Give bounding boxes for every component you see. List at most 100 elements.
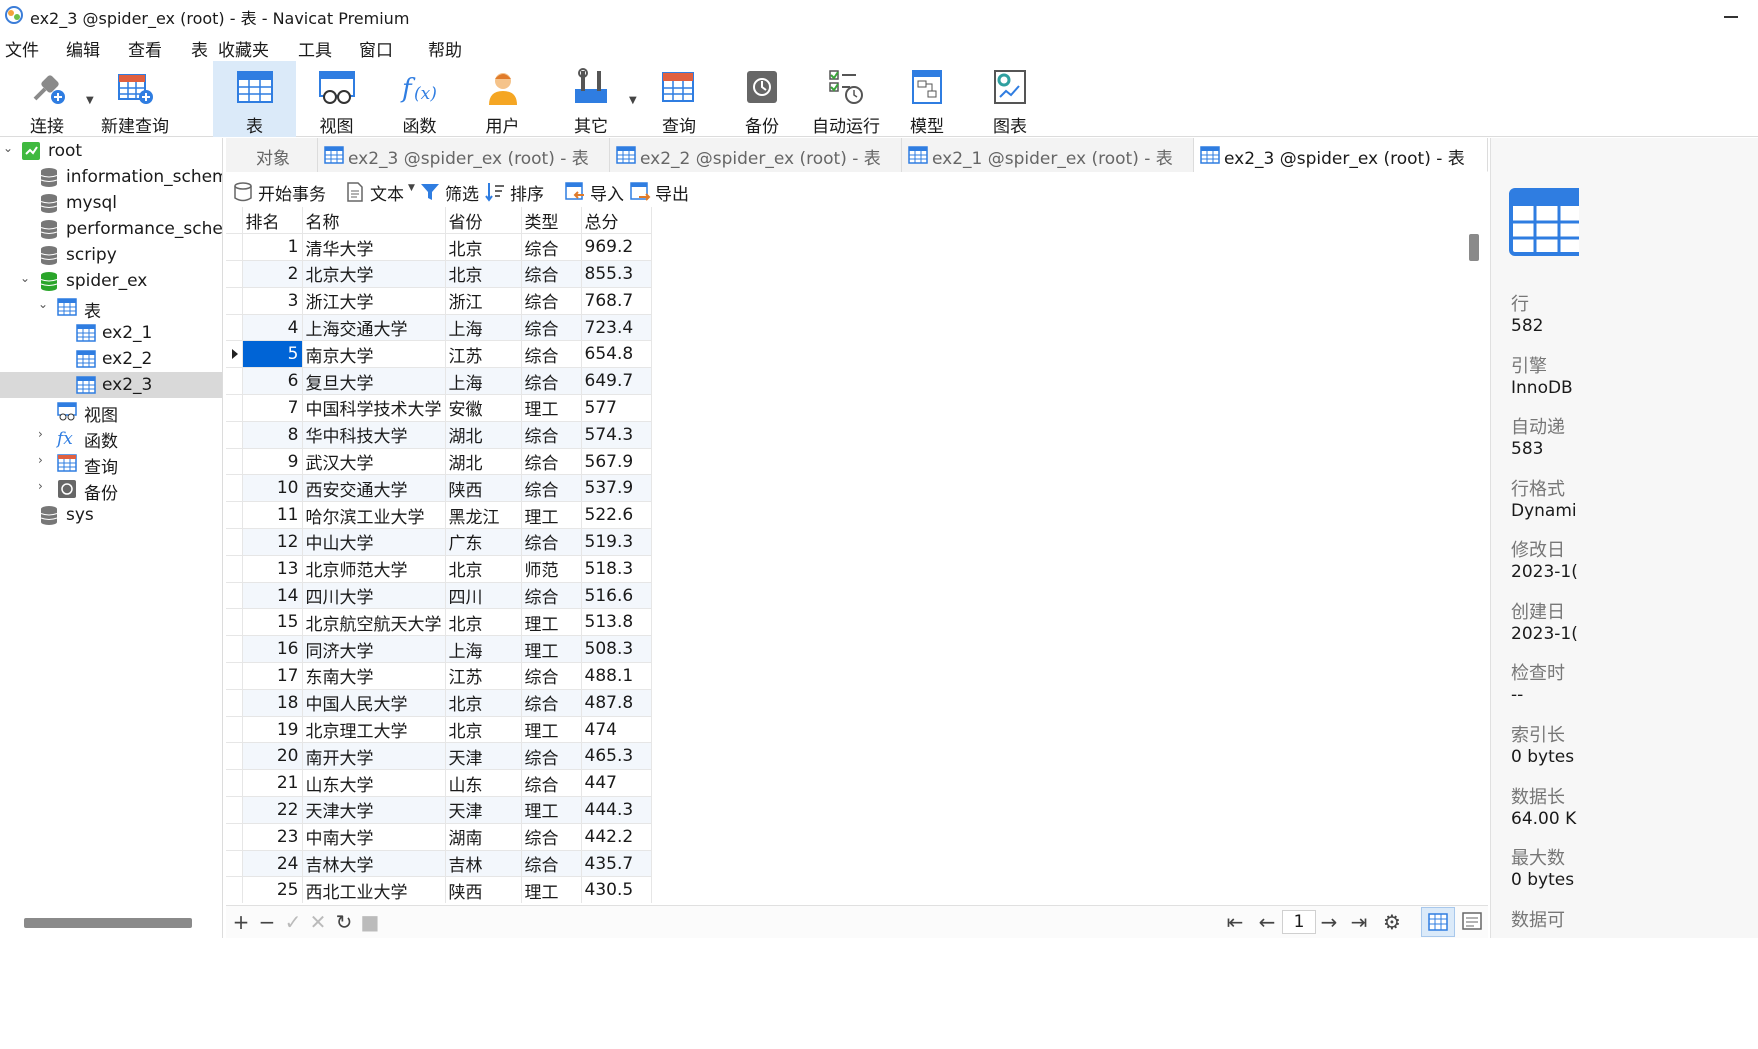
cell-province[interactable]: 四川 xyxy=(445,582,522,610)
chevron-right-icon[interactable]: › xyxy=(38,479,52,493)
grid-vertical-scrollbar[interactable] xyxy=(1469,234,1479,261)
cell-rank[interactable]: 6 xyxy=(242,367,303,396)
cell-province[interactable]: 北京 xyxy=(445,716,522,744)
view-button[interactable]: 视图 xyxy=(300,61,373,137)
cell-name[interactable]: 天津大学 xyxy=(302,796,446,824)
model-button[interactable]: 模型 xyxy=(894,61,960,137)
table-row[interactable]: 9 武汉大学 湖北 综合 567.9 xyxy=(226,448,652,476)
tree-group-queries[interactable]: › 查询 xyxy=(0,450,222,478)
cell-name[interactable]: 中山大学 xyxy=(302,528,446,556)
cell-name[interactable]: 华中科技大学 xyxy=(302,421,446,449)
cell-rank[interactable]: 20 xyxy=(242,742,303,771)
cell-type[interactable]: 理工 xyxy=(521,608,582,637)
table-row[interactable]: 4 上海交通大学 上海 综合 723.4 xyxy=(226,314,652,342)
chevron-down-icon[interactable]: ⌄ xyxy=(20,271,34,285)
column-header-name[interactable]: 名称 xyxy=(302,207,446,235)
cell-rank[interactable]: 2 xyxy=(242,260,303,288)
cell-type[interactable]: 综合 xyxy=(521,367,582,396)
menu-table[interactable]: 表 xyxy=(191,36,208,61)
cell-type[interactable]: 综合 xyxy=(521,260,582,288)
cell-score[interactable]: 474 xyxy=(581,716,652,744)
form-view-button[interactable] xyxy=(1456,907,1490,937)
cell-province[interactable]: 陕西 xyxy=(445,876,522,903)
cell-type[interactable]: 综合 xyxy=(521,689,582,717)
cell-province[interactable]: 北京 xyxy=(445,689,522,717)
cell-province[interactable]: 广东 xyxy=(445,528,522,556)
sidebar-horizontal-scrollbar[interactable] xyxy=(24,918,192,928)
cell-name[interactable]: 清华大学 xyxy=(302,233,446,262)
cell-type[interactable]: 综合 xyxy=(521,287,582,315)
row-marker[interactable] xyxy=(226,448,243,476)
cell-score[interactable]: 649.7 xyxy=(581,367,652,396)
cell-rank[interactable]: 14 xyxy=(242,582,303,610)
function-button[interactable]: f (x) 函数 xyxy=(383,61,456,137)
cell-type[interactable]: 综合 xyxy=(521,769,582,798)
table-row[interactable]: 5 南京大学 江苏 综合 654.8 xyxy=(226,340,652,369)
cell-score[interactable]: 577 xyxy=(581,394,652,422)
table-row[interactable]: 12 中山大学 广东 综合 519.3 xyxy=(226,528,652,556)
cell-score[interactable]: 969.2 xyxy=(581,233,652,262)
cell-province[interactable]: 陕西 xyxy=(445,474,522,503)
cell-rank[interactable]: 16 xyxy=(242,635,303,664)
cell-name[interactable]: 吉林大学 xyxy=(302,850,446,878)
next-page-icon[interactable]: → xyxy=(1318,911,1340,933)
discard-changes-icon[interactable]: ✕ xyxy=(307,911,329,933)
cell-name[interactable]: 同济大学 xyxy=(302,635,446,664)
cell-type[interactable]: 综合 xyxy=(521,448,582,476)
cell-province[interactable]: 上海 xyxy=(445,314,522,342)
cell-type[interactable]: 综合 xyxy=(521,474,582,503)
cell-name[interactable]: 东南大学 xyxy=(302,662,446,690)
cell-name[interactable]: 西北工业大学 xyxy=(302,876,446,903)
backup-button[interactable]: 备份 xyxy=(726,61,798,137)
cell-rank[interactable]: 8 xyxy=(242,421,303,449)
cell-type[interactable]: 综合 xyxy=(521,421,582,449)
cell-score[interactable]: 519.3 xyxy=(581,528,652,556)
cell-name[interactable]: 北京大学 xyxy=(302,260,446,288)
cell-name[interactable]: 北京理工大学 xyxy=(302,716,446,744)
minimize-button[interactable] xyxy=(1716,4,1746,26)
cell-rank[interactable]: 11 xyxy=(242,501,303,530)
cell-name[interactable]: 山东大学 xyxy=(302,769,446,798)
new-query-button[interactable]: 新建查询 xyxy=(100,61,170,137)
cell-type[interactable]: 综合 xyxy=(521,742,582,771)
cell-rank[interactable]: 12 xyxy=(242,528,303,556)
cell-type[interactable]: 理工 xyxy=(521,635,582,664)
cell-rank[interactable]: 22 xyxy=(242,796,303,824)
cell-province[interactable]: 湖北 xyxy=(445,421,522,449)
cell-province[interactable]: 天津 xyxy=(445,796,522,824)
cell-type[interactable]: 理工 xyxy=(521,716,582,744)
cell-score[interactable]: 435.7 xyxy=(581,850,652,878)
cell-province[interactable]: 北京 xyxy=(445,608,522,637)
table-row[interactable]: 17 东南大学 江苏 综合 488.1 xyxy=(226,662,652,690)
cell-score[interactable]: 444.3 xyxy=(581,796,652,824)
table-row[interactable]: 25 西北工业大学 陕西 理工 430.5 xyxy=(226,876,652,903)
cell-score[interactable]: 447 xyxy=(581,769,652,798)
table-row[interactable]: 8 华中科技大学 湖北 综合 574.3 xyxy=(226,421,652,449)
table-row[interactable]: 6 复旦大学 上海 综合 649.7 xyxy=(226,367,652,396)
cell-rank[interactable]: 1 xyxy=(242,233,303,262)
menu-edit[interactable]: 编辑 xyxy=(66,36,100,61)
table-button[interactable]: 表 xyxy=(213,61,296,137)
row-marker[interactable] xyxy=(226,662,243,690)
row-marker[interactable] xyxy=(226,287,243,315)
tree-table-ex2-3[interactable]: ex2_3 xyxy=(0,372,222,398)
other-dropdown-caret[interactable]: ▼ xyxy=(629,95,637,106)
chart-button[interactable]: 图表 xyxy=(976,61,1044,137)
cell-type[interactable]: 理工 xyxy=(521,796,582,824)
row-marker[interactable] xyxy=(226,635,243,664)
tree-group-functions[interactable]: › fx 函数 xyxy=(0,424,222,452)
row-marker[interactable] xyxy=(226,608,243,637)
cell-type[interactable]: 综合 xyxy=(521,340,582,369)
cell-rank[interactable]: 18 xyxy=(242,689,303,717)
cell-score[interactable]: 430.5 xyxy=(581,876,652,903)
cell-province[interactable]: 上海 xyxy=(445,635,522,664)
cell-rank[interactable]: 21 xyxy=(242,769,303,798)
cell-province[interactable]: 湖南 xyxy=(445,823,522,851)
other-button[interactable]: 其它 xyxy=(556,61,626,137)
cell-score[interactable]: 723.4 xyxy=(581,314,652,342)
chevron-down-icon[interactable]: ⌄ xyxy=(38,297,52,311)
table-row[interactable]: 19 北京理工大学 北京 理工 474 xyxy=(226,716,652,744)
cell-rank[interactable]: 7 xyxy=(242,394,303,422)
row-marker[interactable] xyxy=(226,689,243,717)
tab-ex2-3-first[interactable]: ex2_3 @spider_ex (root) - 表 xyxy=(318,138,610,172)
